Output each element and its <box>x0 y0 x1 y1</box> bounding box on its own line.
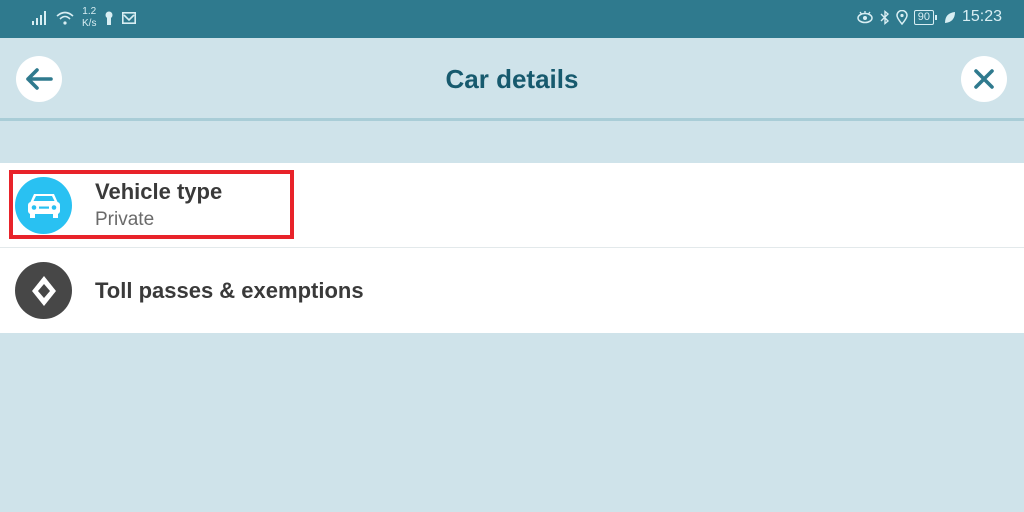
mail-icon <box>122 12 137 24</box>
eye-icon <box>856 11 873 24</box>
net-speed-value: 1.2 <box>82 6 97 17</box>
list-item-title: Toll passes & exemptions <box>95 277 364 303</box>
close-button[interactable] <box>961 56 1007 102</box>
location-icon <box>895 9 908 25</box>
bluetooth-icon <box>880 9 889 25</box>
network-speed: 1.2 K/s <box>82 6 96 30</box>
diamond-icon <box>15 262 72 319</box>
close-icon <box>974 69 994 89</box>
settings-list: Vehicle type Private Toll passes & exemp… <box>0 163 1024 333</box>
header: Car details <box>0 38 1024 118</box>
signal-icon <box>32 11 46 25</box>
list-item-vehicle-type[interactable]: Vehicle type Private <box>0 163 1024 247</box>
net-speed-unit: K/s <box>82 18 97 29</box>
list-item-subtitle: Private <box>95 209 155 230</box>
header-divider <box>0 118 1024 121</box>
wifi-icon <box>56 11 74 25</box>
keyhole-icon <box>105 11 113 25</box>
leaf-icon <box>944 11 955 23</box>
status-bar: 1.2 K/s 90 15:23 <box>0 0 1024 38</box>
page-title: Car details <box>445 64 579 94</box>
battery-icon: 90 <box>913 9 938 25</box>
car-icon <box>15 176 72 234</box>
list-item-toll-passes[interactable]: Toll passes & exemptions <box>0 247 1024 333</box>
clock: 15:23 <box>961 8 1002 25</box>
list-item-title: Vehicle type <box>95 179 223 204</box>
